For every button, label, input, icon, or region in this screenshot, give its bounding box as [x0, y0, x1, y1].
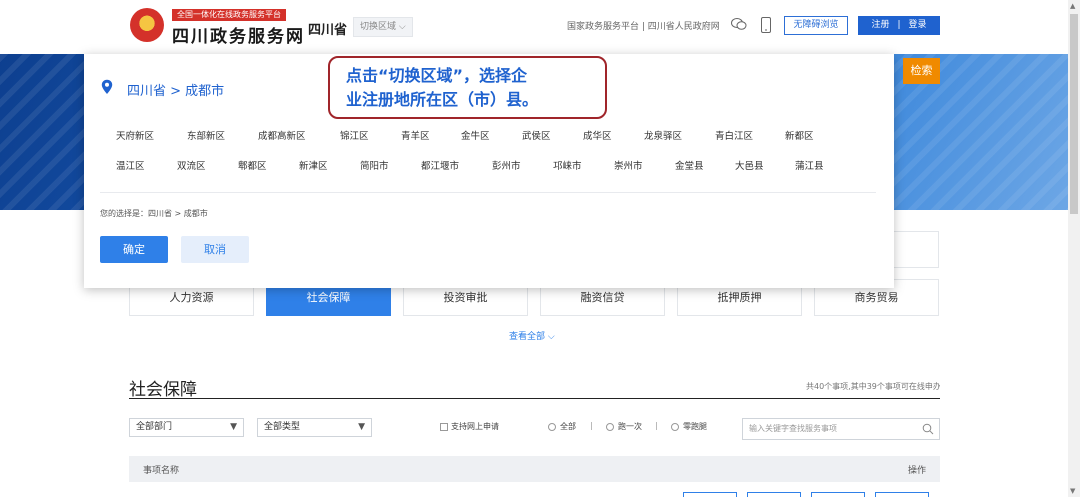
- auth-divider: |: [897, 20, 901, 30]
- column-operation: 操作: [907, 466, 926, 476]
- district-option[interactable]: 武侯区: [522, 128, 551, 142]
- district-option[interactable]: 青白江区: [715, 128, 753, 142]
- radio-once-label: 跑一次: [618, 422, 642, 431]
- national-emblem-logo[interactable]: [130, 8, 164, 42]
- district-option[interactable]: 大邑县: [735, 158, 764, 172]
- district-option[interactable]: 新都区: [785, 128, 814, 142]
- switch-region-label: 切换区域: [360, 22, 397, 32]
- confirm-button[interactable]: 确定: [100, 236, 168, 263]
- search-button[interactable]: 检索: [903, 58, 940, 84]
- radio-all[interactable]: [548, 423, 556, 431]
- district-option[interactable]: 金堂县: [675, 158, 704, 172]
- radio-once[interactable]: [606, 423, 614, 431]
- radio-zero-label: 零跑腿: [683, 422, 707, 431]
- cancel-button[interactable]: 取消: [181, 236, 249, 263]
- district-option[interactable]: 双流区: [177, 158, 206, 172]
- scroll-down-arrow-icon[interactable]: ▼: [1070, 487, 1075, 495]
- district-option[interactable]: 邛崃市: [553, 158, 582, 172]
- search-placeholder: 输入关键字查找服务事项: [749, 424, 837, 433]
- section-divider: [129, 398, 940, 399]
- separator: |: [655, 421, 658, 430]
- district-option[interactable]: 成都高新区: [258, 128, 306, 142]
- district-option[interactable]: 都江堰市: [421, 158, 459, 172]
- online-apply-label: 支持网上申请: [451, 422, 499, 431]
- register-button[interactable]: 注册: [867, 20, 893, 30]
- section-count: 共40个事项,其中39个事项可在线申办: [806, 382, 940, 391]
- separator: |: [590, 421, 593, 430]
- switch-region-button[interactable]: 切换区域 ⌵: [353, 17, 413, 37]
- section-title: 社会保障: [129, 380, 197, 400]
- scrollbar-thumb[interactable]: [1070, 14, 1078, 214]
- district-option[interactable]: 锦江区: [340, 128, 369, 142]
- district-option[interactable]: 天府新区: [116, 128, 154, 142]
- district-option[interactable]: 金牛区: [461, 128, 490, 142]
- district-option[interactable]: 青羊区: [401, 128, 430, 142]
- accessible-browse-button[interactable]: 无障碍浏览: [784, 16, 848, 35]
- logo-tagline: 全国一体化在线政务服务平台: [172, 9, 286, 21]
- table-header: 事项名称 操作: [129, 456, 940, 482]
- online-apply-checkbox[interactable]: [440, 423, 448, 431]
- login-button[interactable]: 登录: [905, 20, 931, 30]
- district-option[interactable]: 龙泉驿区: [644, 128, 682, 142]
- page-scrollbar[interactable]: ▲ ▼: [1068, 0, 1080, 497]
- district-option[interactable]: 彭州市: [492, 158, 521, 172]
- department-select[interactable]: 全部部门 ▼: [129, 418, 244, 437]
- location-pin-icon: [101, 79, 113, 94]
- callout-line-2: 业注册地所在区（市）县。: [346, 90, 539, 109]
- type-select[interactable]: 全部类型 ▼: [257, 418, 372, 437]
- region-breadcrumb: 四川省 > 成都市: [127, 84, 225, 99]
- wechat-icon[interactable]: [731, 17, 747, 31]
- dialog-divider: [100, 192, 876, 193]
- radio-zero[interactable]: [671, 423, 679, 431]
- caret-down-icon: ▼: [230, 422, 237, 432]
- mobile-icon[interactable]: [760, 17, 772, 33]
- district-option[interactable]: 成华区: [583, 128, 612, 142]
- view-all-link[interactable]: 查看全部 ⌵: [509, 329, 555, 342]
- district-option[interactable]: 简阳市: [360, 158, 389, 172]
- search-icon[interactable]: [922, 423, 934, 435]
- instruction-callout: 点击“切换区域”，选择企 业注册地所在区（市）县。: [328, 56, 607, 119]
- column-item-name: 事项名称: [143, 466, 180, 476]
- auth-buttons: 注册 | 登录: [858, 16, 940, 35]
- site-title[interactable]: 四川政务服务网: [172, 22, 305, 47]
- site-header: 全国一体化在线政务服务平台 四川政务服务网 四川省 切换区域 ⌵ 国家政务服务平…: [0, 0, 1080, 54]
- department-select-value: 全部部门: [136, 422, 173, 432]
- current-selection: 您的选择是：四川省 > 成都市: [100, 209, 208, 218]
- type-select-value: 全部类型: [264, 422, 301, 432]
- row-action-button[interactable]: [875, 492, 929, 497]
- scroll-up-arrow-icon[interactable]: ▲: [1070, 2, 1075, 10]
- row-action-button[interactable]: [683, 492, 737, 497]
- district-option[interactable]: 蒲江县: [795, 158, 824, 172]
- caret-down-icon: ▼: [358, 422, 365, 432]
- radio-all-label: 全部: [560, 422, 576, 431]
- row-action-button[interactable]: [811, 492, 865, 497]
- district-option[interactable]: 温江区: [116, 158, 145, 172]
- top-links[interactable]: 国家政务服务平台 | 四川省人民政府网: [567, 19, 720, 32]
- row-action-button[interactable]: [747, 492, 801, 497]
- district-option[interactable]: 郫都区: [238, 158, 267, 172]
- district-option[interactable]: 崇州市: [614, 158, 643, 172]
- district-option[interactable]: 东部新区: [187, 128, 225, 142]
- service-search-input[interactable]: 输入关键字查找服务事项: [742, 418, 940, 440]
- callout-line-1: 点击“切换区域”，选择企: [346, 66, 528, 85]
- current-province: 四川省: [308, 23, 348, 38]
- district-option[interactable]: 新津区: [299, 158, 328, 172]
